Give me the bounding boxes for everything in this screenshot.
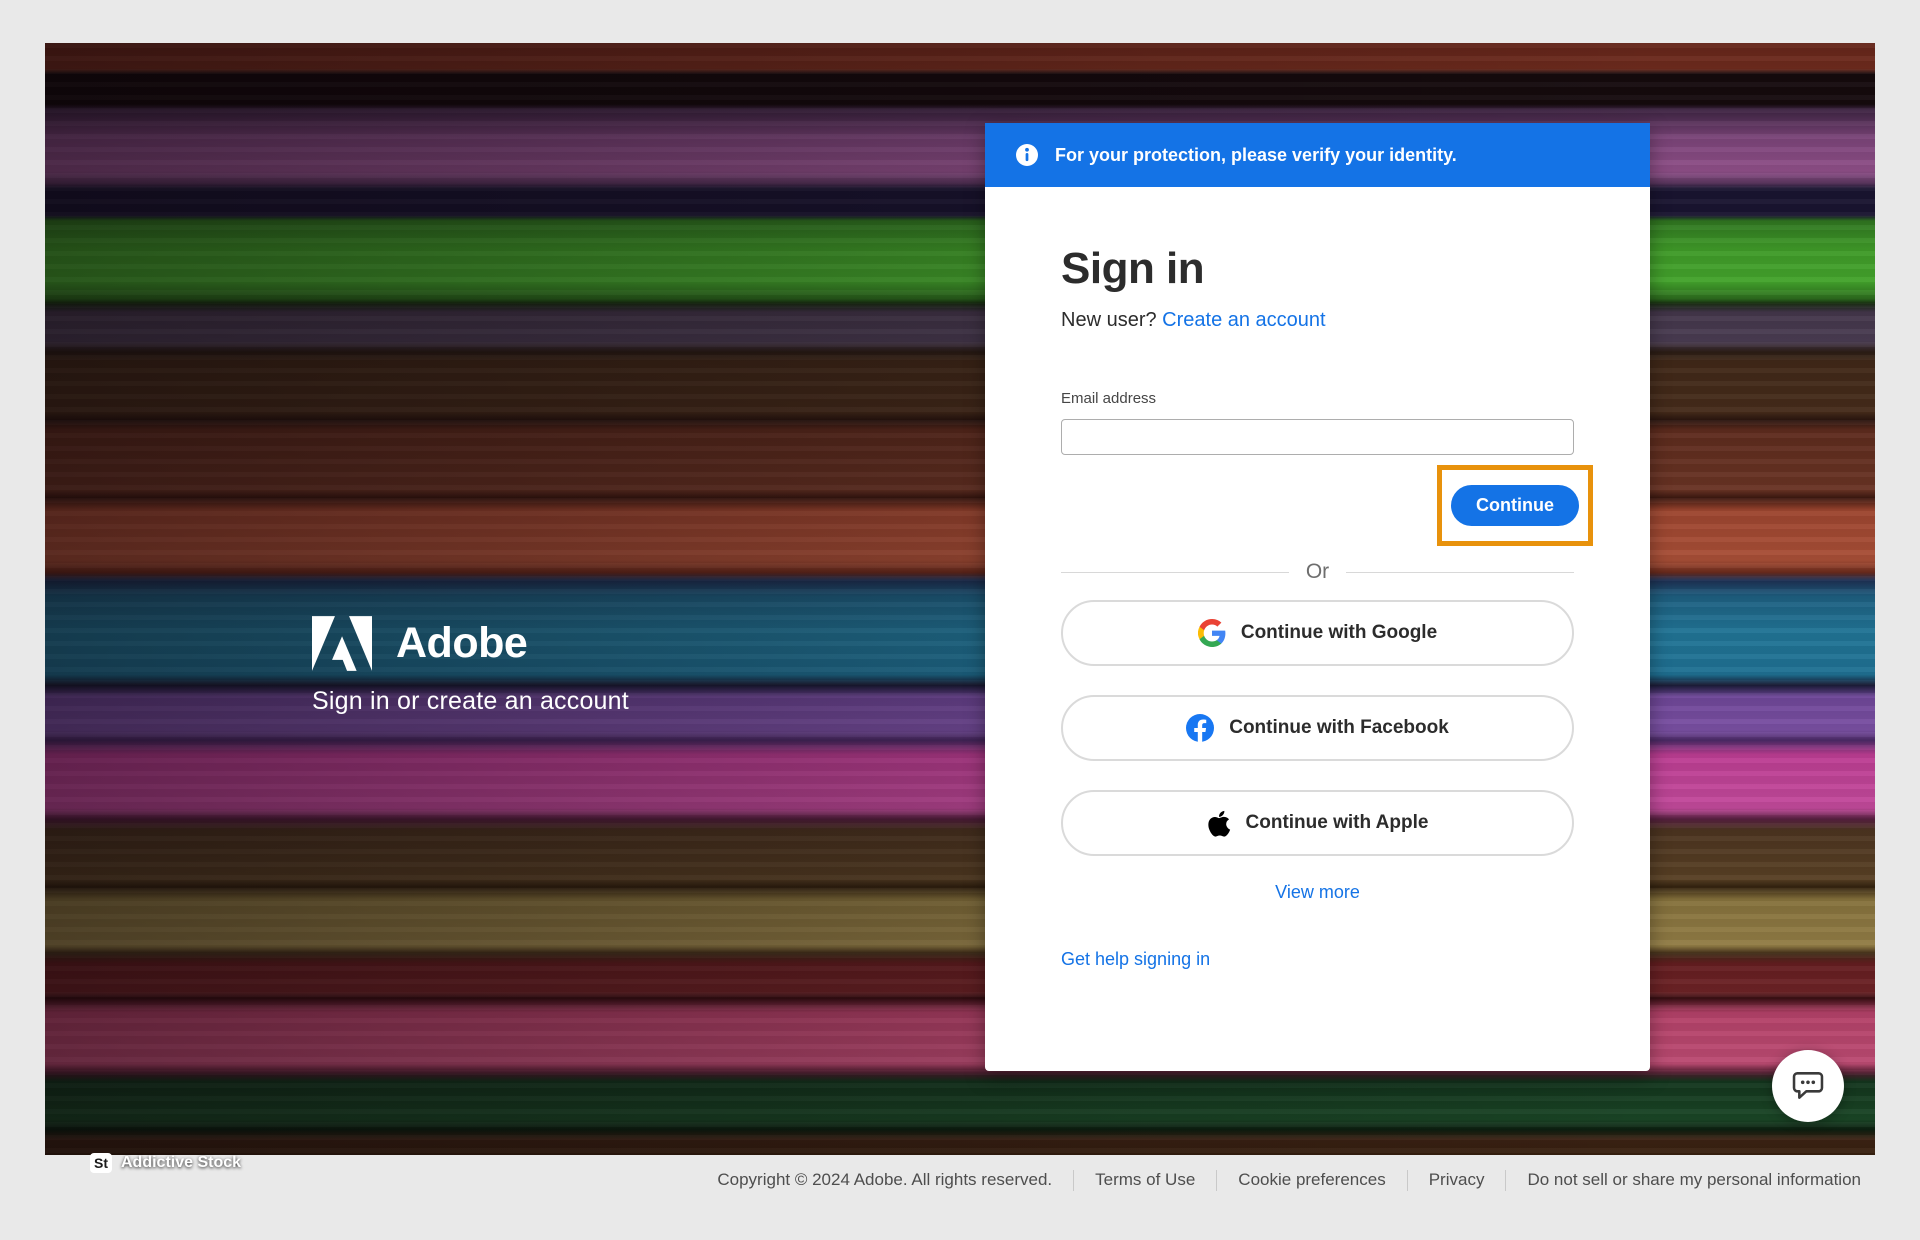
identity-banner: For your protection, please verify your … (985, 123, 1650, 187)
divider-line (1346, 572, 1574, 573)
footer-separator (1407, 1170, 1408, 1191)
or-label: Or (1306, 560, 1329, 584)
facebook-icon (1186, 714, 1214, 742)
continue-with-facebook-button[interactable]: Continue with Facebook (1061, 695, 1574, 761)
do-not-sell-link[interactable]: Do not sell or share my personal informa… (1527, 1170, 1861, 1190)
divider-line (1061, 572, 1289, 573)
continue-with-apple-button[interactable]: Continue with Apple (1061, 790, 1574, 856)
footer-separator (1216, 1170, 1217, 1191)
social-button-label: Continue with Google (1241, 622, 1437, 644)
brand-block: Adobe Sign in or create an account (312, 616, 629, 716)
brand-tagline: Sign in or create an account (312, 687, 629, 716)
page-title: Sign in (1061, 245, 1574, 293)
cookie-preferences-link[interactable]: Cookie preferences (1238, 1170, 1385, 1190)
adobe-logo-icon (312, 616, 372, 671)
info-icon (1016, 144, 1038, 166)
social-button-label: Continue with Apple (1246, 812, 1429, 834)
email-input[interactable] (1061, 419, 1574, 455)
footer: Copyright © 2024 Adobe. All rights reser… (45, 1160, 1875, 1200)
new-user-text: New user? (1061, 309, 1157, 331)
apple-icon (1207, 809, 1231, 838)
continue-with-google-button[interactable]: Continue with Google (1061, 600, 1574, 666)
google-icon (1198, 619, 1226, 647)
footer-separator (1505, 1170, 1506, 1191)
highlight-annotation-box: Continue (1437, 465, 1593, 546)
chat-bubble-icon (1790, 1070, 1826, 1102)
get-help-link[interactable]: Get help signing in (1061, 949, 1210, 970)
footer-separator (1073, 1170, 1074, 1191)
or-divider: Or (1061, 560, 1574, 584)
email-label: Email address (1061, 390, 1574, 407)
sign-in-card: For your protection, please verify your … (985, 123, 1650, 1071)
terms-of-use-link[interactable]: Terms of Use (1095, 1170, 1195, 1190)
view-more-link[interactable]: View more (1061, 882, 1574, 903)
privacy-link[interactable]: Privacy (1429, 1170, 1485, 1190)
create-account-link[interactable]: Create an account (1162, 309, 1325, 331)
copyright-text: Copyright © 2024 Adobe. All rights reser… (717, 1170, 1052, 1190)
chat-support-button[interactable] (1772, 1050, 1844, 1122)
social-button-label: Continue with Facebook (1229, 717, 1449, 739)
banner-message: For your protection, please verify your … (1055, 145, 1457, 166)
continue-button[interactable]: Continue (1451, 485, 1579, 526)
brand-name: Adobe (396, 619, 527, 668)
